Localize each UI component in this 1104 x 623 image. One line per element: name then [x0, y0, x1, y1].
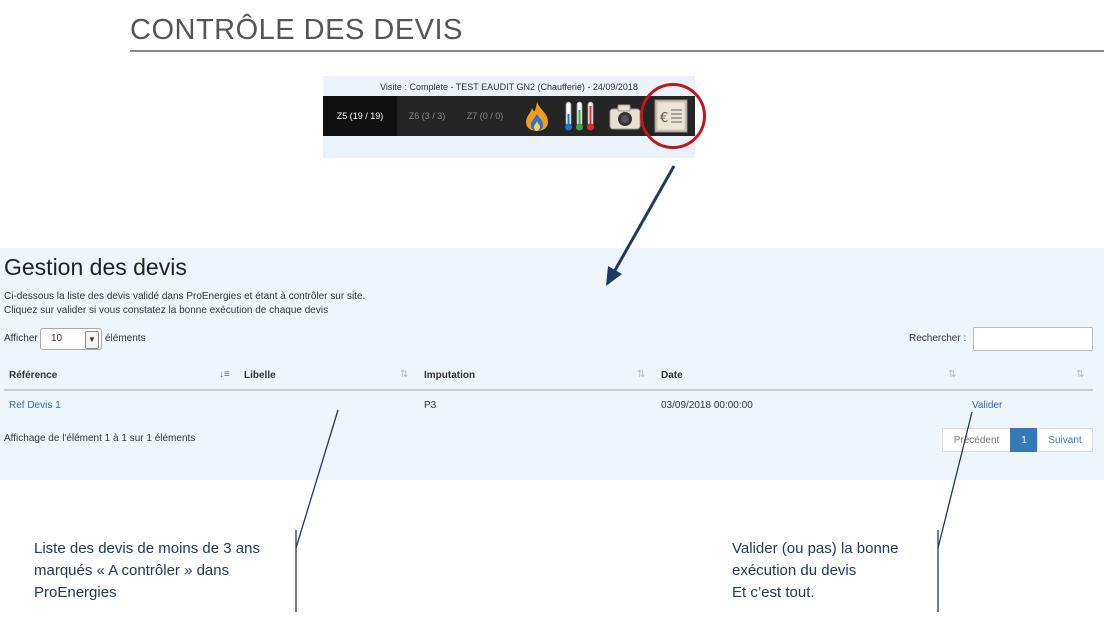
- callout-line-left: [295, 409, 339, 549]
- annotation-overlay: [295, 165, 973, 612]
- callout-left: Liste des devis de moins de 3 ans marqué…: [34, 538, 260, 604]
- callout-right-line-3: Et c’est tout.: [732, 584, 815, 601]
- callout-right-line-2: exécution du devis: [732, 562, 857, 579]
- pointer-arrow-line: [612, 165, 676, 273]
- callout-line-right: [937, 411, 973, 549]
- callout-left-line-3: ProEnergies: [34, 584, 117, 601]
- callout-right: Valider (ou pas) la bonne exécution du d…: [732, 538, 899, 604]
- callout-left-line-1: Liste des devis de moins de 3 ans: [34, 540, 260, 557]
- callout-left-line-2: marqués « A contrôler » dans: [34, 562, 230, 579]
- callout-right-line-1: Valider (ou pas) la bonne: [732, 540, 899, 557]
